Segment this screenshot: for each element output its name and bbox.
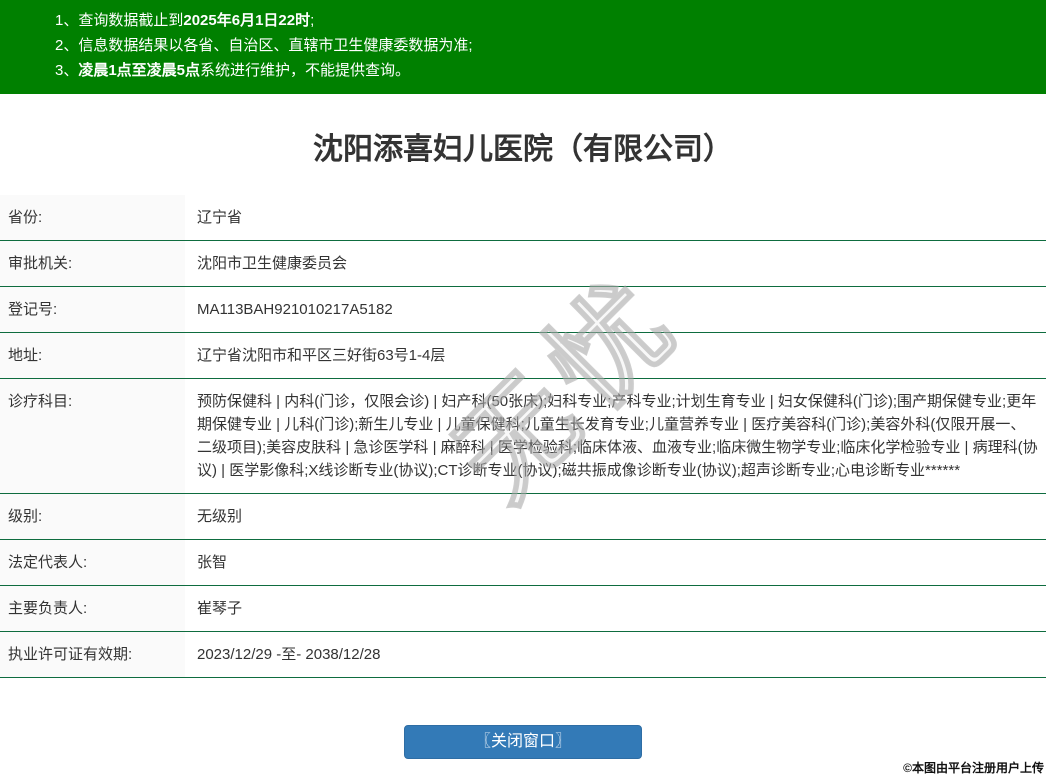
button-row: 〖关闭窗口〗 [0, 725, 1046, 759]
notice-line-3: 3、凌晨1点至凌晨5点系统进行维护，不能提供查询。 [55, 58, 1036, 83]
row-value: 预防保健科 | 内科(门诊，仅限会诊) | 妇产科(50张床);妇科专业;产科专… [197, 393, 1038, 479]
info-table: 省份: 辽宁省 审批机关: 沈阳市卫生健康委员会 登记号: MA113BAH92… [0, 195, 1046, 678]
row-value: 辽宁省沈阳市和平区三好街63号1-4层 [197, 347, 446, 364]
row-value: 辽宁省 [197, 209, 243, 226]
row-label: 登记号: [0, 286, 185, 333]
notice-line-1: 1、查询数据截止到2025年6月1日22时; [55, 8, 1036, 33]
row-value: 无级别 [197, 508, 243, 525]
info-table-body: 省份: 辽宁省 审批机关: 沈阳市卫生健康委员会 登记号: MA113BAH92… [0, 195, 1046, 678]
table-row: 主要负责人: 崔琴子 [0, 585, 1046, 632]
row-value: 张智 [197, 554, 228, 571]
table-row: 审批机关: 沈阳市卫生健康委员会 [0, 240, 1046, 287]
row-label: 主要负责人: [0, 585, 185, 632]
row-label: 地址: [0, 332, 185, 379]
image-credit: ©本图由平台注册用户上传 [903, 761, 1044, 775]
notice-bold-text: 2025年6月1日22时 [183, 12, 311, 29]
notice-text: 系统进行维护，不能提供查询。 [200, 62, 411, 79]
row-label: 省份: [0, 195, 185, 241]
table-row: 登记号: MA113BAH921010217A5182 [0, 286, 1046, 333]
row-label: 诊疗科目: [0, 378, 185, 494]
table-row: 省份: 辽宁省 [0, 195, 1046, 241]
close-window-button[interactable]: 〖关闭窗口〗 [404, 725, 642, 759]
table-row: 执业许可证有效期: 2023/12/29 -至- 2038/12/28 [0, 631, 1046, 678]
notice-text: 查询数据截止到 [78, 12, 184, 29]
row-label: 执业许可证有效期: [0, 631, 185, 678]
table-row: 级别: 无级别 [0, 493, 1046, 540]
row-value: 崔琴子 [197, 600, 243, 617]
row-label: 审批机关: [0, 240, 185, 287]
notice-num: 1、 [55, 12, 79, 29]
row-value: 沈阳市卫生健康委员会 [197, 255, 348, 272]
notice-line-2: 2、信息数据结果以各省、自治区、直辖市卫生健康委数据为准; [55, 33, 1036, 58]
row-label: 级别: [0, 493, 185, 540]
table-row: 诊疗科目: 预防保健科 | 内科(门诊，仅限会诊) | 妇产科(50张床);妇科… [0, 378, 1046, 494]
row-value: 2023/12/29 -至- 2038/12/28 [197, 646, 381, 663]
row-label: 法定代表人: [0, 539, 185, 586]
notice-bar: 1、查询数据截止到2025年6月1日22时; 2、信息数据结果以各省、自治区、直… [0, 0, 1046, 94]
row-value: MA113BAH921010217A5182 [197, 301, 393, 318]
notice-text: ; [310, 12, 315, 29]
notice-bold-text: 凌晨1点至凌晨5点 [78, 62, 201, 79]
table-row: 地址: 辽宁省沈阳市和平区三好街63号1-4层 [0, 332, 1046, 379]
page-title: 沈阳添喜妇儿医院（有限公司） [313, 133, 733, 166]
notice-text: 信息数据结果以各省、自治区、直辖市卫生健康委数据为准; [78, 37, 473, 54]
notice-num: 3、 [55, 62, 79, 79]
notice-num: 2、 [55, 37, 79, 54]
table-row: 法定代表人: 张智 [0, 539, 1046, 586]
